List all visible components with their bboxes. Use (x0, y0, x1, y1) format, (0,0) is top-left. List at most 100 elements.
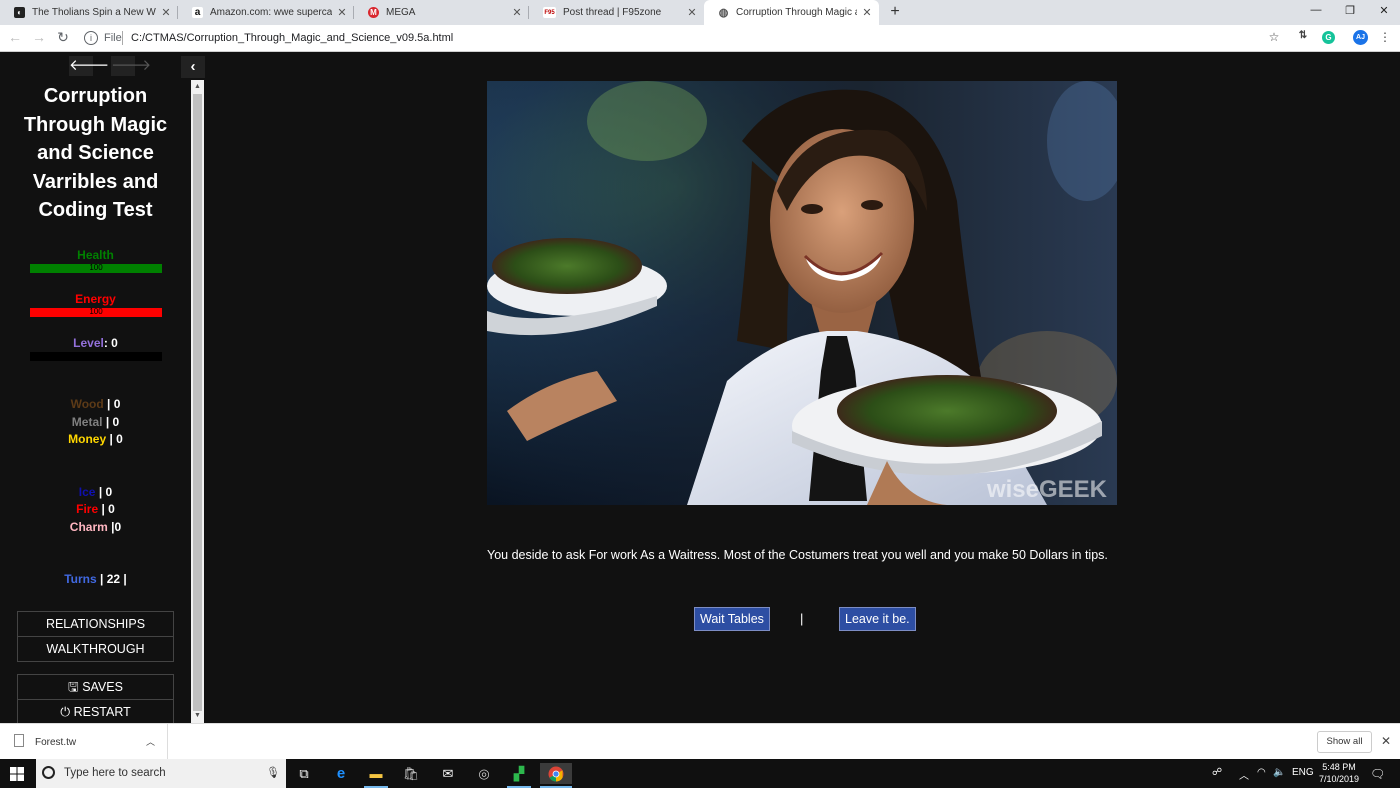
turns-label: Turns (64, 572, 97, 586)
windows-start-icon[interactable] (10, 767, 24, 781)
close-tab-icon[interactable]: ✕ (686, 6, 698, 19)
app-icon[interactable]: ◎ (472, 763, 496, 784)
restart-label: RESTART (73, 705, 131, 719)
money-label: Money (68, 432, 107, 446)
chrome-icon[interactable] (540, 763, 572, 788)
reload-icon[interactable]: ↻ (54, 29, 72, 46)
url-scheme-label: File (104, 32, 122, 44)
show-all-button[interactable]: Show all (1317, 731, 1372, 753)
leave-it-be-button[interactable]: Leave it be. (839, 607, 916, 631)
extension-icon[interactable]: ⇅ (1295, 30, 1311, 41)
tab-corruption[interactable]: ◍ Corruption Through Magic and S ✕ (704, 0, 879, 25)
fire-value: | 0 (101, 502, 115, 516)
close-tab-icon[interactable]: ✕ (861, 6, 873, 19)
tab-title: Post thread | F95zone (563, 7, 662, 18)
avatar[interactable]: AJ (1353, 30, 1368, 45)
tab-title: Amazon.com: wwe supercard (210, 7, 332, 18)
wood-label: Wood (70, 397, 104, 411)
walkthrough-button[interactable]: WALKTHROUGH (17, 636, 174, 662)
restart-button[interactable]: ⏻ RESTART (17, 699, 174, 723)
language-indicator[interactable]: ENG (1292, 767, 1314, 778)
app-green-icon[interactable]: ▞ (507, 763, 531, 788)
people-icon[interactable]: ☍ (1212, 767, 1222, 778)
network-icon[interactable]: ◠ (1257, 767, 1266, 778)
grammarly-icon[interactable]: G (1322, 31, 1335, 44)
close-tab-icon[interactable]: ✕ (511, 6, 523, 19)
arrow-right-icon[interactable]: 🡒 (111, 56, 151, 76)
tab-tholians[interactable]: ◐ The Tholians Spin a New Web | S ✕ (0, 0, 178, 25)
resource-money: Money | 0 (0, 432, 191, 446)
download-item[interactable]: Forest.tw ︿ (0, 724, 168, 760)
chevron-left-icon[interactable]: ‹ (181, 56, 205, 78)
edge-icon[interactable]: e (329, 763, 353, 784)
browser-back-icon[interactable]: ← (6, 29, 24, 45)
tab-title: Corruption Through Magic and S (736, 7, 857, 18)
game-page: 🡐 🡒 Corruption Through Magic and Science… (0, 52, 1400, 723)
info-icon[interactable]: i (84, 31, 98, 45)
store-icon[interactable]: 🛍 (399, 763, 423, 784)
taskbar-clock[interactable]: 5:48 PM 7/10/2019 (1314, 761, 1364, 785)
health-value: 100 (89, 263, 103, 272)
scroll-up-icon[interactable]: ▲ (191, 83, 204, 90)
magic-ice: Ice | 0 (0, 485, 191, 499)
amazon-favicon-icon: a (192, 7, 203, 18)
bookmark-star-icon[interactable]: ☆ (1266, 30, 1282, 44)
taskbar-search-box[interactable]: Type here to search 🎙 (36, 759, 286, 788)
sidebar-scrollbar[interactable]: ▲ ▼ (191, 80, 204, 723)
address-bar: ← → ↻ i File C:/CTMAS/Corruption_Through… (0, 25, 1400, 52)
arrow-left-icon[interactable]: 🡐 (69, 56, 109, 76)
metal-label: Metal (71, 415, 103, 429)
tab-title: MEGA (386, 7, 416, 18)
minimize-icon[interactable]: — (1306, 4, 1326, 16)
mail-icon[interactable]: ✉ (436, 763, 460, 784)
wait-tables-button[interactable]: Wait Tables (694, 607, 770, 631)
menu-kebab-icon[interactable]: ⋮ (1378, 30, 1392, 44)
notification-icon[interactable]: 🗨 (1370, 767, 1385, 781)
story-image: wiseGEEK (487, 81, 1117, 505)
story-sidebar: 🡐 🡒 Corruption Through Magic and Science… (0, 52, 191, 723)
restore-icon[interactable]: ❐ (1340, 4, 1360, 17)
relationships-button[interactable]: RELATIONSHIPS (17, 611, 174, 637)
close-download-shelf-icon[interactable]: ✕ (1381, 734, 1391, 748)
url-divider (122, 31, 123, 45)
windows-taskbar: Type here to search 🎙 ⧉ e ▬ 🛍 ✉ ◎ ▞ ☍ ︿ … (0, 759, 1400, 788)
saves-button[interactable]: 🖫 SAVES (17, 674, 174, 700)
health-bar: 100 (30, 263, 162, 273)
chevron-up-icon[interactable]: ︿ (146, 735, 155, 748)
scroll-down-icon[interactable]: ▼ (191, 712, 204, 719)
choice-separator: | (800, 611, 804, 626)
resource-wood: Wood | 0 (0, 397, 191, 411)
energy-label: Energy (75, 292, 116, 306)
browser-forward-icon[interactable]: → (30, 29, 48, 45)
task-view-icon[interactable]: ⧉ (292, 763, 316, 784)
search-placeholder: Type here to search (64, 767, 166, 779)
clock-date: 7/10/2019 (1318, 774, 1360, 784)
fire-label: Fire (76, 502, 99, 516)
download-shelf: Forest.tw ︿ Show all ✕ (0, 723, 1400, 760)
volume-icon[interactable]: 🔈 (1273, 767, 1285, 778)
file-explorer-icon[interactable]: ▬ (364, 763, 388, 788)
ice-value: | 0 (98, 485, 113, 499)
close-tab-icon[interactable]: ✕ (336, 6, 348, 19)
level-value: 0 (111, 336, 118, 350)
floppy-disk-icon: 🖫 (68, 680, 79, 694)
tray-chevron-up-icon[interactable]: ︿ (1239, 767, 1249, 782)
tab-amazon[interactable]: a Amazon.com: wwe supercard ✕ (178, 0, 354, 25)
new-tab-icon[interactable]: + (886, 3, 904, 21)
charm-label: Charm (69, 520, 108, 534)
url-input[interactable]: C:/CTMAS/Corruption_Through_Magic_and_Sc… (131, 32, 453, 44)
window-close-icon[interactable]: ✕ (1374, 4, 1394, 17)
clock-time: 5:48 PM (1322, 762, 1356, 772)
resource-metal: Metal | 0 (0, 415, 191, 429)
turns-row: Turns | 22 | (0, 572, 191, 586)
tholians-favicon-icon: ◐ (14, 7, 25, 18)
tab-f95zone[interactable]: F95 Post thread | F95zone ✕ (529, 0, 704, 25)
microphone-icon[interactable]: 🎙 (266, 766, 280, 779)
scrollbar-thumb[interactable] (193, 94, 202, 711)
waitress-photo: wiseGEEK (487, 81, 1117, 505)
tab-mega[interactable]: M MEGA ✕ (354, 0, 529, 25)
close-tab-icon[interactable]: ✕ (160, 6, 172, 19)
story-title: Corruption Through Magic and Science Var… (23, 85, 168, 221)
metal-value: | 0 (105, 415, 120, 429)
saves-label: SAVES (82, 680, 123, 694)
